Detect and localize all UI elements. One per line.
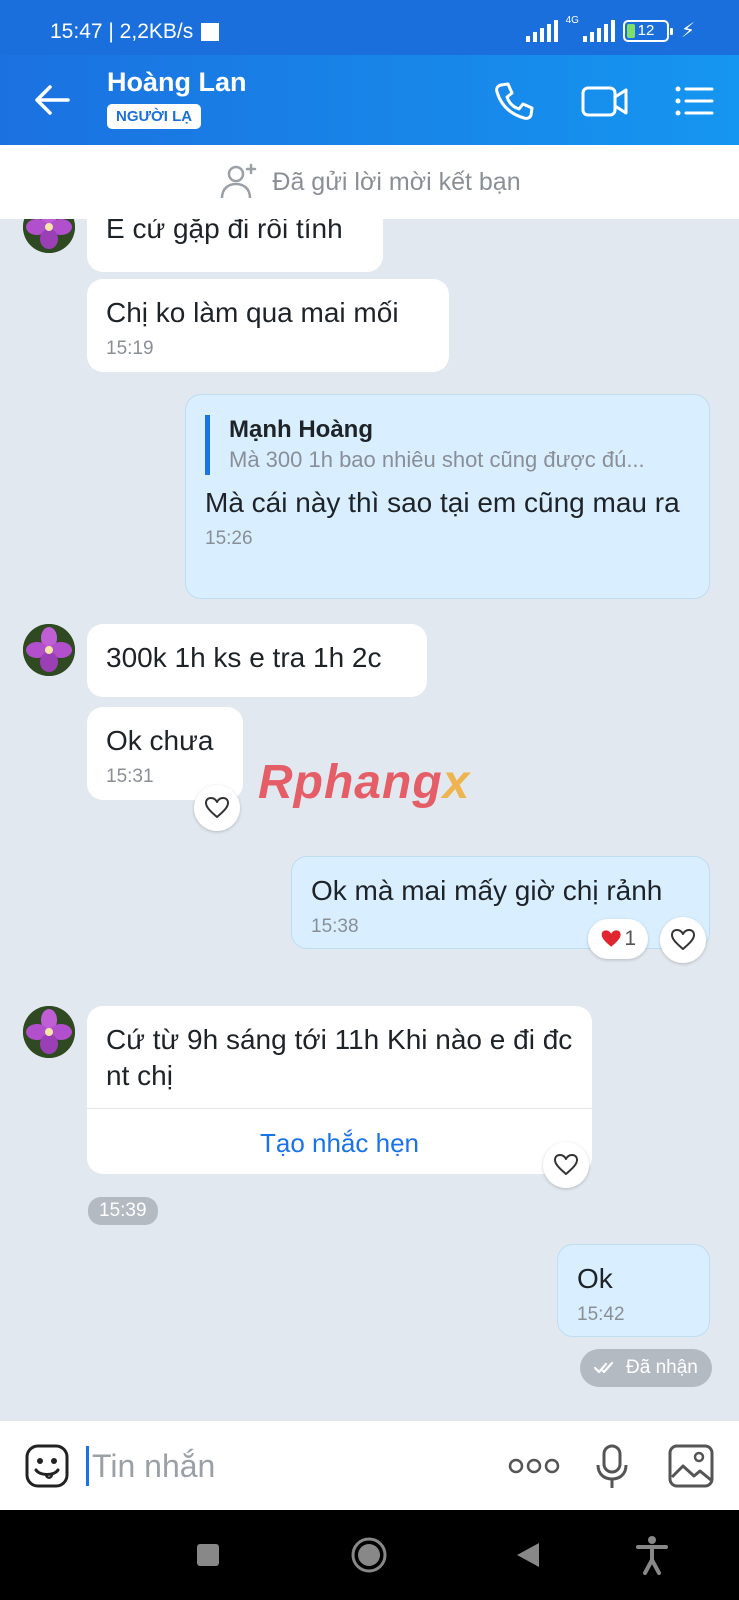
message-time: 15:31 <box>106 766 154 787</box>
stranger-badge: NGƯỜI LẠ <box>107 104 202 129</box>
message-bubble[interactable]: 300k 1h ks e tra 1h 2c <box>87 624 427 697</box>
back-button[interactable] <box>30 77 76 123</box>
watermark-logo: Rphangx <box>258 756 471 809</box>
message-text: Chị ko làm qua mai mối <box>106 297 399 328</box>
emoji-icon <box>25 1444 69 1488</box>
friend-request-text: Đã gửi lời mời kết bạn <box>272 167 521 196</box>
delivery-status-text: Đã nhận <box>626 1357 698 1378</box>
heart-outline-icon <box>205 797 229 818</box>
message-text: Ok <box>577 1263 613 1294</box>
status-right: 4G 12 ⚡ <box>525 15 695 43</box>
message-time: 15:42 <box>577 1304 625 1325</box>
back-arrow-icon <box>35 85 70 115</box>
reply-author: Mạnh Hoàng <box>229 416 373 443</box>
message-text: Mà cái này thì sao tại em cũng mau ra <box>205 487 680 518</box>
orchid-avatar-icon <box>23 219 75 253</box>
contact-title[interactable]: Hoàng Lan NGƯỜI LẠ <box>107 67 247 129</box>
image-icon <box>668 1444 714 1488</box>
video-call-button[interactable] <box>580 79 630 123</box>
video-camera-icon <box>581 86 628 117</box>
message-input[interactable] <box>92 1443 472 1489</box>
heart-outline-icon <box>671 929 695 950</box>
more-options-button[interactable] <box>508 1454 560 1483</box>
heart-outline-icon <box>554 1154 578 1175</box>
chat-header: Hoàng Lan NGƯỜI LẠ <box>0 55 739 145</box>
double-check-icon <box>594 1361 614 1374</box>
react-button[interactable] <box>543 1142 589 1188</box>
triangle-back-icon <box>517 1543 539 1567</box>
react-button[interactable] <box>660 917 706 963</box>
list-menu-icon <box>675 86 714 116</box>
avatar[interactable] <box>23 1006 75 1058</box>
battery-icon: 12 <box>622 19 673 42</box>
voice-button[interactable] <box>595 1443 629 1496</box>
status-left: 15:47 | 2,2KB/s <box>50 20 220 44</box>
signal-icon <box>525 19 558 42</box>
accessibility-icon <box>636 1536 668 1575</box>
system-nav-bar <box>0 1510 739 1600</box>
battery-level: 12 <box>637 22 655 39</box>
message-bubble-mine[interactable]: Ok 15:42 <box>557 1244 710 1337</box>
message-bubble[interactable]: Chị ko làm qua mai mối 15:19 <box>87 279 449 372</box>
heart-filled-icon <box>601 930 621 947</box>
avatar[interactable] <box>23 624 75 676</box>
message-text: Cứ từ 9h sáng tới 11h Khi nào e đi đc nt… <box>106 1024 573 1091</box>
signal-2-icon <box>582 19 615 42</box>
phone-icon <box>495 82 534 120</box>
menu-button[interactable] <box>672 79 716 123</box>
image-button[interactable] <box>668 1444 714 1493</box>
status-bar: 15:47 | 2,2KB/s 4G 12 ⚡ <box>0 0 739 55</box>
react-button[interactable] <box>194 785 240 831</box>
message-text: Ok mà mai mấy giờ chị rảnh <box>311 875 663 906</box>
orchid-avatar-icon <box>23 1006 75 1058</box>
reply-snippet: Mà 300 1h bao nhiêu shot cũng được đú... <box>229 447 645 472</box>
add-friend-icon <box>221 163 257 199</box>
reply-quote[interactable]: Mạnh Hoàng Mà 300 1h bao nhiêu shot cũng… <box>205 415 690 475</box>
message-time-pill: 15:39 <box>88 1197 158 1225</box>
more-dots-icon <box>508 1458 560 1474</box>
home-button[interactable] <box>347 1533 391 1577</box>
message-bubble-mine[interactable]: Mạnh Hoàng Mà 300 1h bao nhiêu shot cũng… <box>185 394 710 599</box>
message-text: Ok chưa <box>106 725 214 756</box>
notification-icon <box>201 23 220 41</box>
delivery-status: Đã nhận <box>580 1349 712 1387</box>
home-circle-icon <box>351 1537 387 1573</box>
contact-name: Hoàng Lan <box>107 67 247 97</box>
message-time: 15:19 <box>106 338 154 359</box>
message-bubble[interactable]: E cứ gặp đi rồi tính <box>87 219 383 272</box>
message-text: E cứ gặp đi rồi tính <box>106 219 343 244</box>
message-text: 300k 1h ks e tra 1h 2c <box>106 642 382 673</box>
charging-icon: ⚡ <box>680 20 695 42</box>
reaction-count: 1 <box>624 927 636 950</box>
back-nav-button[interactable] <box>506 1533 550 1577</box>
status-time-speed: 15:47 | 2,2KB/s <box>50 20 194 43</box>
sticker-button[interactable] <box>24 1443 70 1494</box>
text-caret <box>86 1446 89 1486</box>
recents-button[interactable] <box>186 1533 230 1577</box>
chat-area[interactable]: E cứ gặp đi rồi tính Chị ko làm qua mai … <box>0 219 739 1420</box>
square-icon <box>197 1544 219 1566</box>
network-type: 4G <box>565 15 579 26</box>
create-reminder-link[interactable]: Tạo nhắc hẹn <box>87 1108 592 1181</box>
message-time: 15:26 <box>205 528 253 549</box>
orchid-avatar-icon <box>23 624 75 676</box>
microphone-icon <box>596 1444 628 1488</box>
avatar[interactable] <box>23 219 75 253</box>
message-bubble[interactable]: Cứ từ 9h sáng tới 11h Khi nào e đi đc nt… <box>87 1006 592 1174</box>
accessibility-button[interactable] <box>630 1533 674 1577</box>
call-button[interactable] <box>492 79 536 123</box>
friend-request-bar: Đã gửi lời mời kết bạn <box>0 145 739 219</box>
message-input-bar <box>0 1420 739 1510</box>
reaction-summary[interactable]: 1 <box>588 919 648 959</box>
